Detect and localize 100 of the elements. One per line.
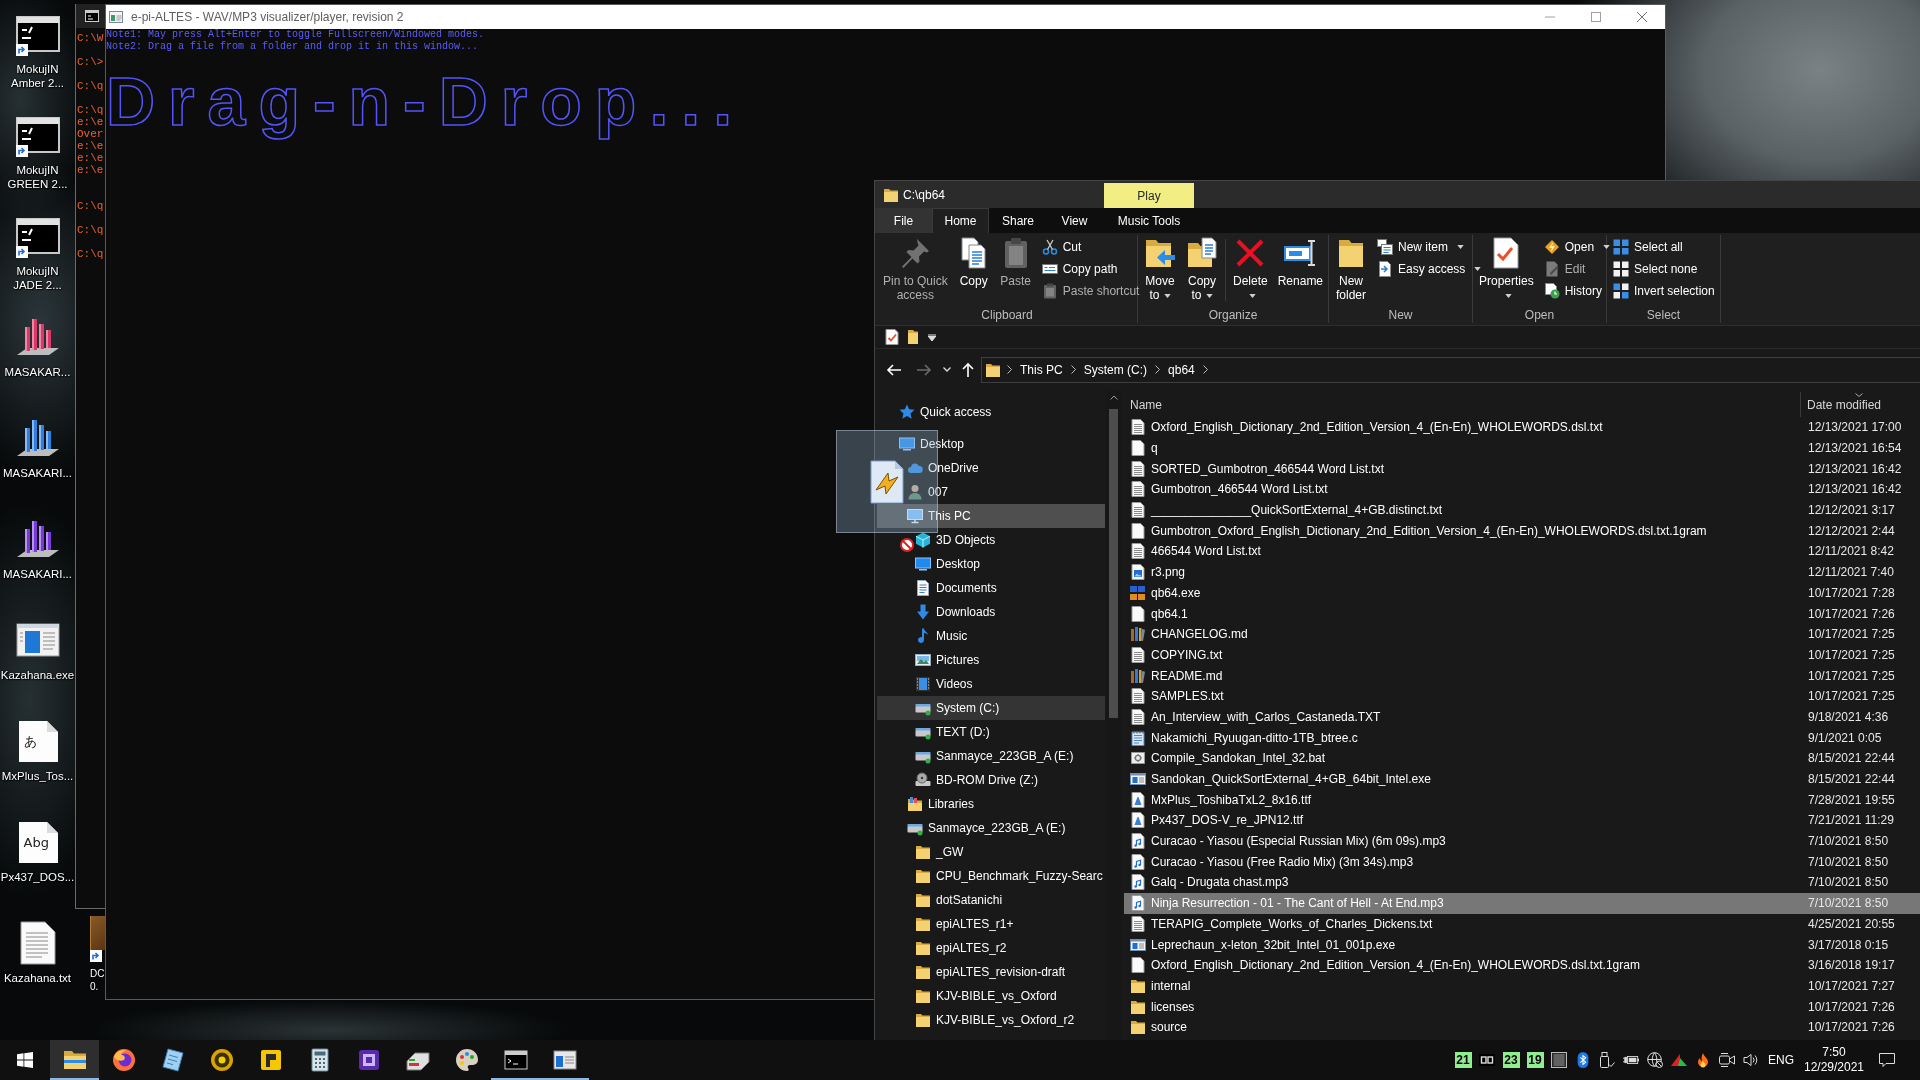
breadcrumb[interactable]: This PC	[1018, 359, 1065, 380]
nav-item[interactable]: TEXT (D:)	[877, 720, 1105, 744]
video-camera-icon[interactable]	[1719, 1052, 1735, 1068]
nav-item[interactable]: Documents	[877, 576, 1105, 600]
striped-box-icon[interactable]	[1551, 1052, 1567, 1068]
ribbon-button[interactable]: Copy path	[1038, 258, 1143, 280]
file-row[interactable]: Compile_Sandokan_Intel_32.bat 8/15/2021 22:44	[1124, 748, 1920, 769]
ribbon-button[interactable]: Cut	[1038, 236, 1143, 258]
tray-counter[interactable]: 23	[1502, 1052, 1520, 1068]
nav-item[interactable]: KJV-BIBLE_vs_Oxford	[877, 984, 1105, 1008]
desktop-icon-label[interactable]: MASAKARI...	[3, 567, 72, 581]
nav-item[interactable]: BD-ROM Drive (Z:)	[877, 768, 1105, 792]
scroll-up-icon[interactable]	[1109, 395, 1118, 400]
file-row[interactable]: 466544 Word List.txt 12/11/2021 8:42	[1124, 541, 1920, 562]
file-row[interactable]: Px437_DOS-V_re_JPN12.ttf 7/21/2021 11:29	[1124, 810, 1920, 831]
nav-item[interactable]: epiALTES_r2	[877, 936, 1105, 960]
file-row[interactable]: _______________QuickSortExternal_4+GB.distinct.txt 12/12/2021 3:17	[1124, 499, 1920, 521]
file-row[interactable]: r3.png 12/11/2021 7:40	[1124, 561, 1920, 583]
partial-app-icon[interactable]	[90, 916, 105, 950]
file-row[interactable]: An_Interview_with_Carlos_Castaneda.TXT 9/18/2021 4:36	[1124, 706, 1920, 728]
tray-counter[interactable]: 21	[1454, 1052, 1472, 1068]
speaker-icon[interactable]	[1743, 1052, 1759, 1068]
nav-item[interactable]: Desktop	[877, 552, 1105, 576]
desktop-icon-label[interactable]: MokujIN Amber 2...	[10, 62, 65, 90]
ribbon-tab[interactable]: File	[875, 208, 932, 233]
panels-icon[interactable]	[1479, 1052, 1495, 1068]
nav-item[interactable]: KJV-BIBLE_vs_Oxford_r2	[877, 1008, 1105, 1032]
file-row[interactable]: Oxford_English_Dictionary_2nd_Edition_Version_4_(En-En)_WHOLEWORDS.dsl.txt.1gram 3/16/2018 19:17	[1124, 954, 1920, 976]
nav-item[interactable]: Pictures	[877, 648, 1105, 672]
nav-item[interactable]: dotSatanichi	[877, 888, 1105, 912]
chevron-icon[interactable]	[1070, 365, 1076, 374]
breadcrumb[interactable]: System (C:)	[1081, 359, 1150, 380]
desktop-icon-label[interactable]: MASAKARI...	[3, 466, 72, 480]
desktop-icon-label[interactable]: Kazahana.exe	[0, 668, 75, 682]
ribbon-button[interactable]: Move to	[1141, 235, 1179, 302]
nav-item[interactable]: This PC	[877, 504, 1105, 528]
chevron-icon[interactable]	[1202, 365, 1208, 374]
nav-item[interactable]: epiALTES_revision-draft	[877, 960, 1105, 984]
ribbon-button[interactable]: New folder	[1332, 235, 1370, 302]
usb-stick-icon[interactable]	[1599, 1052, 1615, 1068]
tray-counter[interactable]: 19	[1526, 1052, 1544, 1068]
scrollbar-thumb[interactable]	[1109, 409, 1118, 718]
file-row[interactable]: Leprechaun_x-leton_32bit_Intel_01_001p.exe 3/17/2018 0:15	[1124, 934, 1920, 955]
file-row[interactable]: Gumbotron_Oxford_English_Dictionary_2nd_Edition_Version_4_(En-En)_WHOLEWORDS.dsl.txt.1gram 12/12/2021 2:44	[1124, 520, 1920, 542]
file-row[interactable]: SAMPLES.txt 10/17/2021 7:25	[1124, 685, 1920, 707]
flame-icon[interactable]	[1695, 1052, 1711, 1068]
desktop-icon-label[interactable]: MokujIN JADE 2...	[13, 264, 62, 292]
file-row[interactable]: internal 10/17/2021 7:27	[1124, 975, 1920, 997]
peak-icon[interactable]	[1671, 1052, 1687, 1068]
ribbon-tab[interactable]: Music Tools	[1104, 208, 1194, 233]
file-row[interactable]: qb64.1 10/17/2021 7:26	[1124, 603, 1920, 624]
ribbon-tab[interactable]: Share	[989, 208, 1047, 233]
language-button[interactable]: ENG	[1766, 1040, 1796, 1080]
ribbon-tab[interactable]: View	[1047, 208, 1102, 233]
file-row[interactable]: README.md 10/17/2021 7:25	[1124, 665, 1920, 686]
ribbon-tab[interactable]: Home	[932, 208, 989, 233]
file-row[interactable]: Galq - Drugata chast.mp3 7/10/2021 8:50	[1124, 872, 1920, 893]
file-row[interactable]: CHANGELOG.md 10/17/2021 7:25	[1124, 623, 1920, 645]
nav-item[interactable]: 3D Objects	[877, 528, 1105, 552]
desktop-icon-label[interactable]: MokujIN GREEN 2...	[7, 163, 68, 191]
desktop-icon-label[interactable]: MxPlus_Tos...	[1, 769, 74, 783]
file-row[interactable]: source 10/17/2021 7:26	[1124, 1016, 1920, 1038]
nav-item[interactable]: System (C:)	[877, 696, 1105, 720]
ribbon-button[interactable]: Copy to	[1183, 235, 1221, 302]
desktop-icon-label[interactable]: Px437_DOS...	[0, 870, 75, 884]
breadcrumb[interactable]: qb64	[1166, 359, 1197, 380]
file-row[interactable]: Curacao - Yiasou (Especial Russian Mix) (6m 09s).mp3 7/10/2021 8:50	[1124, 830, 1920, 852]
nav-item[interactable]: CPU_Benchmark_Fuzzy-Searc	[877, 864, 1105, 888]
file-row[interactable]: Sandokan_QuickSortExternal_4+GB_64bit_Intel.exe 8/15/2021 22:44	[1124, 768, 1920, 790]
nav-item[interactable]: Downloads	[877, 600, 1105, 624]
globe-icon[interactable]	[1647, 1052, 1663, 1068]
file-row[interactable]: q 12/13/2021 16:54	[1124, 437, 1920, 459]
file-row[interactable]: Oxford_English_Dictionary_2nd_Edition_Version_4_(En-En)_WHOLEWORDS.dsl.txt 12/13/2021 17:00	[1124, 417, 1920, 438]
file-row[interactable]: Ninja Resurrection - 01 - The Cant of Hell - At End.mp3 7/10/2021 8:50	[1124, 892, 1920, 914]
address-bar[interactable]: This PC System (C:) qb64	[981, 356, 1920, 383]
column-header[interactable]: Date modified	[1801, 392, 1917, 417]
nav-item[interactable]: Music	[877, 624, 1105, 648]
nav-item[interactable]: Quick access	[877, 400, 1105, 424]
nav-item[interactable]: _GW	[877, 840, 1105, 864]
taskbar-button[interactable]	[50, 1040, 99, 1080]
file-row[interactable]: Nakamichi_Ryuugan-ditto-1TB_btree.c 9/1/2021 0:05	[1124, 727, 1920, 748]
desktop-icon-label[interactable]: Kazahana.txt	[3, 971, 72, 985]
clock-button[interactable]: 7:50 12/29/2021	[1796, 1040, 1872, 1080]
chevron-icon[interactable]	[1155, 365, 1161, 374]
nav-item[interactable]: Videos	[877, 672, 1105, 696]
properties-button[interactable]	[882, 327, 902, 347]
column-header[interactable]: Name	[1124, 392, 1801, 417]
desktop-icon-label[interactable]: MASAKAR...	[4, 365, 71, 379]
ribbon-button[interactable]: Copy	[954, 235, 993, 288]
nav-item[interactable]: Sanmayce_223GB_A (E:)	[877, 816, 1105, 840]
bluetooth-icon[interactable]	[1575, 1052, 1591, 1068]
file-row[interactable]: Curacao - Yiasou (Free Radio Mix) (3m 34s).mp3 7/10/2021 8:50	[1124, 851, 1920, 873]
file-row[interactable]: qb64.exe 10/17/2021 7:28	[1124, 582, 1920, 604]
nav-item[interactable]: epiALTES_r1+	[877, 912, 1105, 936]
desktop-icon-label[interactable]: DC 0.	[90, 967, 104, 993]
file-row[interactable]: COPYING.txt 10/17/2021 7:25	[1124, 644, 1920, 666]
file-row[interactable]: SORTED_Gumbotron_466544 Word List.txt 12/13/2021 16:42	[1124, 458, 1920, 480]
nav-item[interactable]: Libraries	[877, 792, 1105, 816]
file-row[interactable]: licenses 10/17/2021 7:26	[1124, 996, 1920, 1017]
file-row[interactable]: Gumbotron_466544 Word List.txt 12/13/2021 16:42	[1124, 479, 1920, 500]
